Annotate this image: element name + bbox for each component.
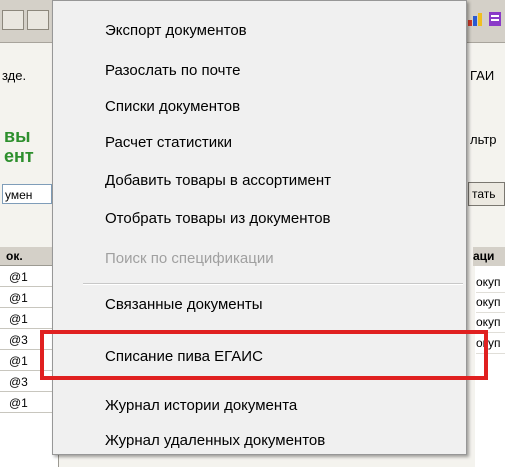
read-button[interactable]: тать (468, 182, 505, 206)
table-row[interactable]: @1 (0, 309, 58, 329)
menu-item-export-documents[interactable]: Экспорт документов (53, 17, 466, 45)
menu-item-add-to-assortment[interactable]: Добавить товары в ассортимент (53, 167, 466, 195)
filter-label[interactable]: льтр (470, 132, 497, 147)
menu-item-deleted-documents-journal[interactable]: Журнал удаленных документов (53, 427, 466, 455)
table-row[interactable]: @1 (0, 393, 58, 413)
document-type-combo[interactable]: умен (2, 184, 52, 204)
table-cell[interactable]: окуп (476, 292, 505, 313)
table-cell[interactable]: окуп (476, 272, 505, 293)
menu-item-send-by-mail[interactable]: Разослать по почте (53, 57, 466, 85)
context-menu: Экспорт документов Разослать по почте Сп… (52, 0, 467, 455)
section-tab-label[interactable]: зде. (2, 68, 26, 83)
report-icon[interactable] (487, 11, 503, 27)
menu-item-search-spec: Поиск по спецификации (105, 250, 274, 267)
menu-separator (83, 283, 463, 285)
highlight-frame (40, 330, 488, 380)
menu-item-linked-documents[interactable]: Связанные документы (53, 291, 466, 319)
table-row[interactable]: @1 (0, 288, 58, 308)
menu-item-history-journal[interactable]: Журнал истории документа (53, 392, 466, 420)
menu-item-calc-statistics[interactable]: Расчет статистики (53, 129, 466, 157)
egais-tab-label[interactable]: ГАИ (470, 68, 494, 83)
form-title-line1: вы (4, 126, 31, 146)
toolbar-button[interactable] (2, 10, 24, 30)
table-row[interactable]: @1 (0, 267, 58, 287)
column-header-operation[interactable]: аци (473, 247, 505, 266)
toolbar-button[interactable] (27, 10, 49, 30)
chart-icon[interactable] (467, 11, 483, 27)
menu-item-document-lists[interactable]: Списки документов (53, 93, 466, 121)
menu-item-select-goods[interactable]: Отобрать товары из документов (53, 205, 466, 233)
form-title-line2: ент (4, 146, 34, 166)
column-header-doc[interactable]: ок. (0, 247, 58, 266)
